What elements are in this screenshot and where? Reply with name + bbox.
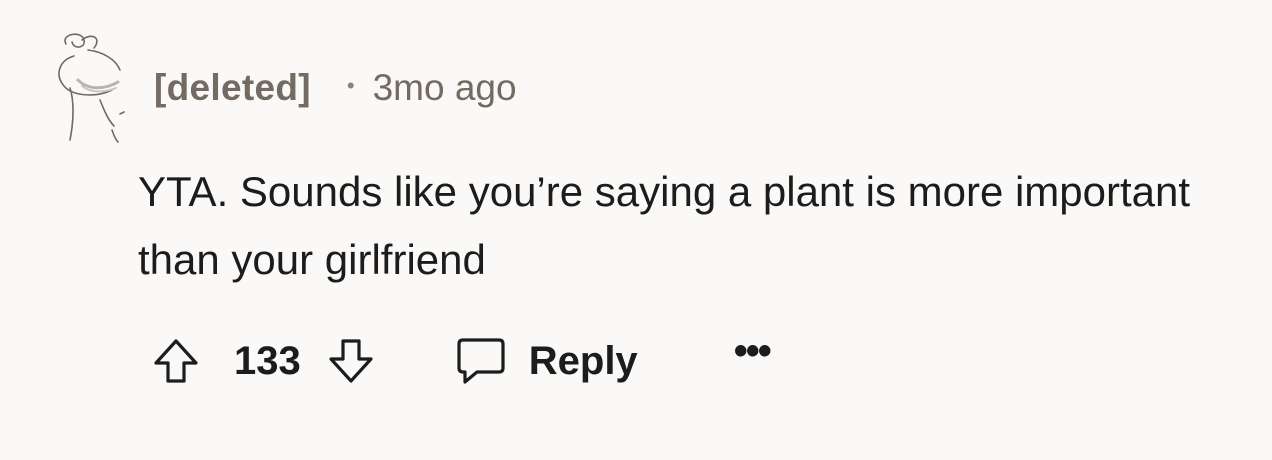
more-options-button[interactable]: ••• [734, 329, 772, 374]
comment-meta: [deleted] • 3mo ago [154, 62, 517, 114]
meta-separator: • [346, 73, 355, 98]
timestamp-label[interactable]: 3mo ago [373, 67, 517, 109]
username-label[interactable]: [deleted] [154, 67, 311, 109]
deleted-user-avatar-icon[interactable] [52, 30, 128, 144]
downvote-button[interactable] [325, 335, 377, 387]
vote-score: 133 [234, 338, 301, 383]
reply-label: Reply [528, 338, 638, 383]
speech-bubble-icon [457, 338, 505, 384]
upvote-button[interactable] [150, 335, 202, 387]
comment-body: YTA. Sounds like you’re saying a plant i… [138, 168, 1191, 283]
arrow-down-icon [329, 339, 373, 383]
comment-actions: 133 Reply ••• [150, 329, 772, 392]
arrow-up-icon [154, 339, 198, 383]
reply-button[interactable]: Reply [451, 332, 638, 390]
